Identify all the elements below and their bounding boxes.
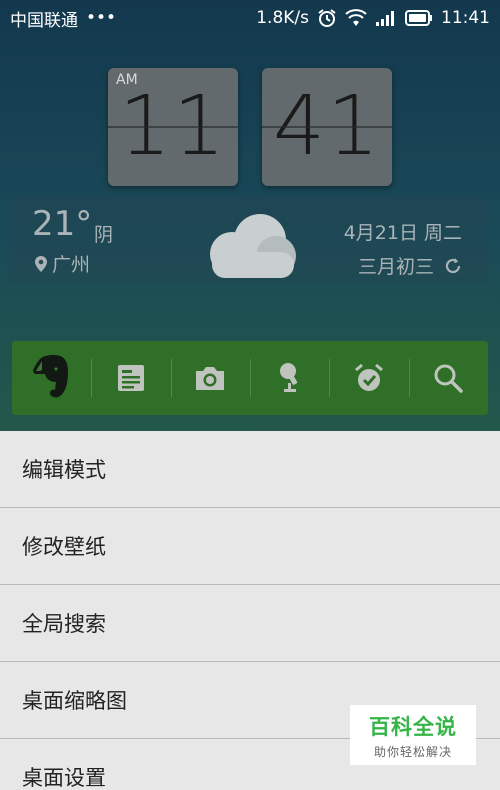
weather-date: 4月21日 周二 [343,222,462,244]
location: 广州 [34,250,90,277]
alarm-clock-icon [355,363,383,391]
refresh-icon[interactable] [444,257,462,275]
menu-item-global-search[interactable]: 全局搜索 [0,585,500,662]
network-speed: 1.8K/s [256,8,309,28]
status-bar: 中国联通 ••• 1.8K/s 11:41 [0,0,500,36]
cloud-icon [198,208,302,286]
clock-minute-card[interactable]: 41 [262,68,392,186]
note-icon [117,365,144,391]
search-shortcut[interactable] [408,341,488,415]
location-pin-icon [35,255,47,272]
search-icon [434,364,464,393]
evernote-shortcut[interactable] [12,341,91,415]
home-screen: 中国联通 ••• 1.8K/s 11:41 AM 11 41 21° 阴 广州 … [0,0,500,790]
status-time: 11:41 [441,8,490,28]
shortcut-dock [12,341,488,415]
watermark-title: 百科全说 [369,714,457,739]
carrier-name: 中国联通 [10,10,78,31]
weather-widget[interactable]: 21° 阴 广州 4月21日 周二 三月初三 [12,198,488,284]
camera-icon [196,367,225,390]
signal-icon [375,9,397,27]
flip-divider [262,126,392,128]
clock-hour-card[interactable]: AM 11 [108,68,238,186]
menu-item-change-wallpaper[interactable]: 修改壁纸 [0,508,500,585]
alarm-shortcut[interactable] [329,341,408,415]
wifi-icon [345,9,367,27]
lunar-date-row: 三月初三 [358,252,462,279]
camera-shortcut[interactable] [170,341,250,415]
voice-recorder-shortcut[interactable] [249,341,329,415]
temperature: 21° [32,204,93,244]
voice-recorder-icon [279,363,297,392]
alarm-icon [317,8,337,28]
evernote-icon [32,355,68,398]
notification-dots: ••• [86,8,117,28]
weather-condition: 阴 [94,224,114,246]
menu-item-edit-mode[interactable]: 编辑模式 [0,431,500,508]
watermark-subtitle: 助你轻松解决 [373,744,452,759]
lunar-date: 三月初三 [357,256,434,278]
location-label: 广州 [52,254,91,276]
battery-icon [405,10,433,26]
watermark: 百科全说 助你轻松解决 [350,705,476,765]
flip-divider [108,126,238,128]
note-shortcut[interactable] [91,341,170,415]
